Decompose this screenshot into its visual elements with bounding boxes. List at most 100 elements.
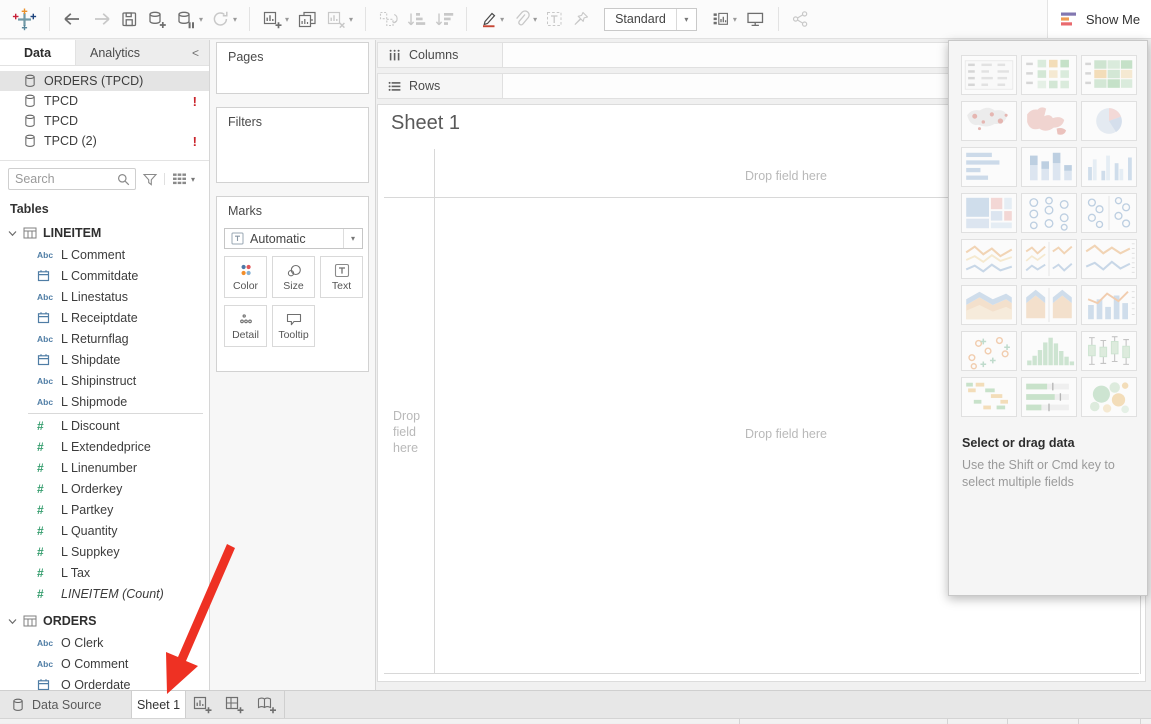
view-options-caret[interactable]: ▾ <box>191 175 195 184</box>
filters-card[interactable]: Filters <box>216 107 369 183</box>
field-item[interactable]: L Shipdate <box>0 349 209 370</box>
pause-updates-dropdown-caret[interactable]: ▾ <box>199 15 203 24</box>
sort-ascending-icon[interactable] <box>402 6 430 32</box>
sheet-title[interactable]: Sheet 1 <box>391 112 460 135</box>
new-datasource-icon[interactable] <box>143 6 172 32</box>
showme-lines-discrete[interactable] <box>1021 239 1077 279</box>
new-worksheet-tab-button[interactable] <box>186 691 218 718</box>
showme-histogram[interactable] <box>1021 331 1077 371</box>
color-button[interactable]: Color <box>224 256 267 298</box>
showme-filled-map[interactable] <box>1021 101 1077 141</box>
duplicate-sheet-icon[interactable] <box>293 6 322 32</box>
datasource-item[interactable]: TPCD! <box>0 91 209 111</box>
table-header-orders[interactable]: ORDERS <box>0 610 209 632</box>
new-worksheet-dropdown-caret[interactable]: ▾ <box>285 15 289 24</box>
field-item[interactable]: L Receiptdate <box>0 307 209 328</box>
field-item[interactable]: L Commitdate <box>0 265 209 286</box>
field-item[interactable]: #L Partkey <box>0 499 209 520</box>
clear-sheet-icon[interactable]: ▾ <box>322 6 357 32</box>
field-item[interactable]: AbcL Returnflag <box>0 328 209 349</box>
showme-treemap[interactable] <box>961 193 1017 233</box>
redo-icon[interactable] <box>87 6 116 32</box>
text-button[interactable]: Text <box>320 256 363 298</box>
showme-area-discrete[interactable] <box>1021 285 1077 325</box>
new-story-button[interactable] <box>250 691 282 718</box>
pin-icon[interactable] <box>568 6 594 32</box>
clear-sheet-dropdown-caret[interactable]: ▾ <box>349 15 353 24</box>
field-item[interactable]: AbcL Linestatus <box>0 286 209 307</box>
datasource-item[interactable]: ORDERS (TPCD) <box>0 71 209 91</box>
field-item[interactable]: AbcO Comment <box>0 653 209 674</box>
field-item[interactable]: #L Linenumber <box>0 457 209 478</box>
showme-area-continuous[interactable] <box>961 285 1017 325</box>
view-mode-caret[interactable]: ▾ <box>676 9 696 30</box>
field-item[interactable]: AbcL Shipinstruct <box>0 370 209 391</box>
showme-symbol-map[interactable] <box>961 101 1017 141</box>
data-source-tab[interactable]: Data Source <box>0 691 131 718</box>
chevron-down-icon[interactable] <box>8 618 17 625</box>
tooltip-button[interactable]: Tooltip <box>272 305 315 347</box>
search-input[interactable] <box>9 172 117 186</box>
field-item[interactable]: AbcL Comment <box>0 244 209 265</box>
showme-side-by-side-circles[interactable] <box>1081 193 1137 233</box>
showme-circle-views[interactable] <box>1021 193 1077 233</box>
showme-dual-lines[interactable] <box>1081 239 1137 279</box>
size-button[interactable]: Size <box>272 256 315 298</box>
field-item[interactable]: #L Extendedprice <box>0 436 209 457</box>
tab-data[interactable]: Data <box>0 40 76 65</box>
showme-scatter-plot[interactable] <box>961 331 1017 371</box>
field-item[interactable]: #L Tax <box>0 562 209 583</box>
mark-type-select[interactable]: Automatic ▾ <box>224 228 363 249</box>
show-hide-cards-dropdown-caret[interactable]: ▾ <box>733 15 737 24</box>
drop-zone-rows[interactable]: Dropfieldhere <box>393 408 435 456</box>
sheet1-tab[interactable]: Sheet 1 <box>131 691 186 718</box>
showme-side-by-side-bars[interactable] <box>1081 147 1137 187</box>
view-options-icon[interactable] <box>164 173 187 185</box>
paperclip-dropdown-caret[interactable]: ▾ <box>533 15 537 24</box>
text-object-icon[interactable] <box>541 6 568 32</box>
swap-rows-columns-icon[interactable] <box>374 6 402 32</box>
datasource-item[interactable]: TPCD (2)! <box>0 131 209 151</box>
sort-descending-icon[interactable] <box>430 6 458 32</box>
highlight-icon[interactable]: ▾ <box>475 6 508 32</box>
showme-pie-chart[interactable] <box>1081 101 1137 141</box>
field-item[interactable]: #L Suppkey <box>0 541 209 562</box>
field-item[interactable]: #L Discount <box>0 415 209 436</box>
showme-horizontal-bars[interactable] <box>961 147 1017 187</box>
chevron-down-icon[interactable] <box>8 230 17 237</box>
showme-lines-continuous[interactable] <box>961 239 1017 279</box>
collapse-pane-icon[interactable]: < <box>182 40 209 65</box>
showme-packed-bubbles[interactable] <box>1081 377 1137 417</box>
refresh-dropdown-caret[interactable]: ▾ <box>233 15 237 24</box>
mark-type-caret[interactable]: ▾ <box>343 229 362 248</box>
showme-heat-map[interactable] <box>1081 55 1137 95</box>
field-item[interactable]: AbcL Shipmode <box>0 391 209 412</box>
field-item[interactable]: #L Quantity <box>0 520 209 541</box>
undo-icon[interactable] <box>58 6 87 32</box>
presentation-mode-icon[interactable] <box>741 6 770 32</box>
showme-bullet-graph[interactable] <box>1021 377 1077 417</box>
showme-highlight-table[interactable] <box>1021 55 1077 95</box>
save-icon[interactable] <box>116 6 143 32</box>
showme-dual-combination[interactable] <box>1081 285 1137 325</box>
paperclip-icon[interactable]: ▾ <box>508 6 541 32</box>
new-dashboard-button[interactable] <box>218 691 250 718</box>
pages-card[interactable]: Pages <box>216 42 369 94</box>
showme-stacked-bars[interactable] <box>1021 147 1077 187</box>
show-hide-cards-icon[interactable]: ▾ <box>707 6 741 32</box>
pause-updates-icon[interactable]: ▾ <box>172 6 207 32</box>
detail-button[interactable]: Detail <box>224 305 267 347</box>
search-box[interactable] <box>8 168 136 190</box>
share-icon[interactable] <box>787 6 814 32</box>
view-mode-select[interactable]: Standard▾ <box>604 8 697 31</box>
table-header-lineitem[interactable]: LINEITEM <box>0 222 209 244</box>
field-item[interactable]: AbcO Clerk <box>0 632 209 653</box>
show-me-button[interactable]: Show Me <box>1047 0 1151 39</box>
field-item[interactable]: O Orderdate <box>0 674 209 690</box>
refresh-icon[interactable]: ▾ <box>207 6 241 32</box>
filter-fields-icon[interactable] <box>142 172 158 187</box>
new-worksheet-icon[interactable]: ▾ <box>258 6 293 32</box>
showme-text-table[interactable] <box>961 55 1017 95</box>
field-item[interactable]: #L Orderkey <box>0 478 209 499</box>
showme-box-and-whisker[interactable] <box>1081 331 1137 371</box>
